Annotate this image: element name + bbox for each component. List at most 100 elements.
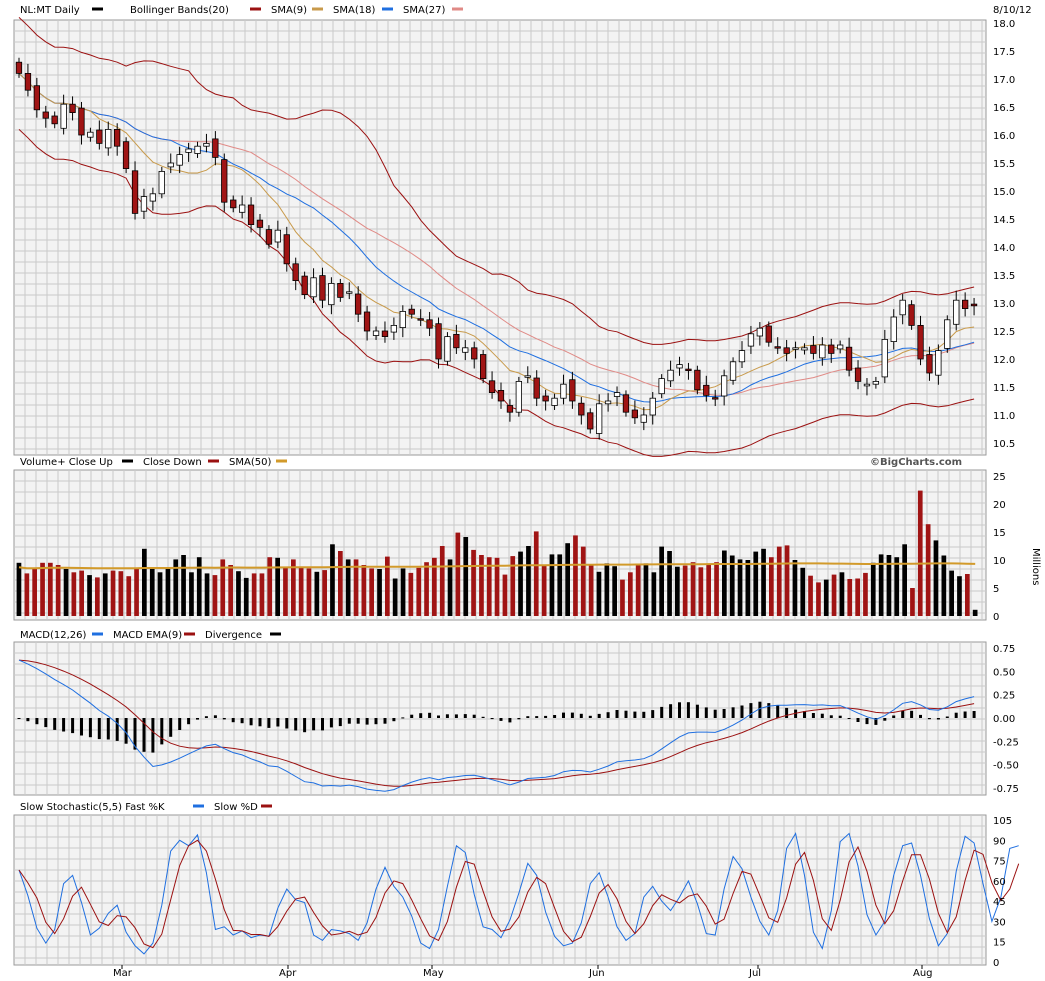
price-axis-tick-label: 10.5 [993,439,1015,450]
candle-down [828,344,835,354]
volume-bar-down [283,567,288,616]
volume-bar-down [322,570,327,616]
volume-bar-down [628,572,633,616]
divergence-bar [686,702,690,718]
divergence-bar [231,718,235,723]
volume-axis-tick-label: 10 [993,556,1006,567]
candle-down [471,347,478,360]
candle-down [854,367,862,382]
volume-bar-down [620,579,625,616]
volume-bar-down [784,545,790,616]
volume-bar-up [667,551,672,616]
legend-volume-up: Volume+ Close Up [20,457,113,468]
candle-down [926,354,933,374]
divergence-bar [669,704,673,718]
volume-bar-down [635,564,641,616]
volume-bar-down [71,572,77,616]
volume-bar-down [267,557,273,616]
divergence-bar [963,711,967,718]
price-axis-tick-label: 12.5 [993,327,1015,338]
price-axis-tick-label: 16.5 [993,103,1015,114]
month-label: Jul [748,968,761,979]
volume-bar-down [831,574,837,616]
divergence-bar [579,713,583,718]
month-label: Aug [913,968,933,979]
divergence-bar [660,706,664,718]
volume-bar-down [455,532,461,616]
volume-bar-down [776,546,782,616]
volume-bar-up [761,548,766,616]
volume-bar-up [314,571,320,616]
divergence-bar [454,714,458,718]
stochastic-axis-tick-label: 60 [993,877,1006,888]
divergence-bar [544,715,548,718]
volume-bar-up [933,540,939,616]
stochastic-axis-tick-label: 90 [993,836,1006,847]
volume-bar-up [557,554,563,616]
divergence-bar [17,718,21,719]
price-axis-tick-label: 17.5 [993,47,1015,58]
divergence-bar [847,718,851,719]
macd-axis-tick-label: -0.25 [993,737,1019,748]
candle-down [694,369,701,391]
candle-down [774,346,781,349]
candle-down [479,354,487,380]
divergence-bar [713,709,717,718]
divergence-bar [749,703,753,718]
volume-bar-down [110,570,116,616]
divergence-bar [472,714,476,718]
divergence-bar [776,705,780,718]
price-axis-tick-label: 15.0 [993,187,1015,198]
divergence-bar [535,716,539,718]
candle-up [899,299,906,316]
divergence-bar [160,718,164,745]
candle-down [247,204,255,226]
divergence-bar [517,718,521,720]
volume-unit-label: Millions [1030,548,1041,585]
volume-bar-down [306,568,312,616]
volume-bar-down [212,575,218,616]
volume-bar-up [392,578,398,616]
candle-down [363,311,371,332]
chart-symbol: NL:MT Daily [20,5,80,16]
divergence-bar [508,718,512,723]
divergence-bar [178,718,182,730]
divergence-bar [401,717,405,719]
divergence-bar [62,718,66,732]
candle-down [256,219,264,228]
price-axis-tick-label: 12.0 [993,355,1015,366]
divergence-bar [374,718,378,725]
legend-bollinger: Bollinger Bands(20) [130,5,229,16]
candle-down [488,380,496,393]
divergence-bar [321,718,324,731]
candle-up [328,282,335,306]
candle-up [346,291,353,294]
candle-down [712,397,719,400]
volume-axis-tick-label: 20 [993,500,1006,511]
volume-bar-down [259,573,265,616]
legend-volume-sma50: SMA(50) [229,457,271,468]
candle-up [613,392,621,397]
macd-axis-tick-label: 0.00 [993,714,1015,725]
volume-bar-up [243,577,249,616]
volume-bar-up [753,551,759,616]
divergence-bar [213,715,217,718]
volume-bar-down [925,524,931,616]
legend-sma18: SMA(18) [333,5,375,16]
legend-macd-ema: MACD EMA(9) [113,630,182,641]
price-axis-tick-label: 14.5 [993,215,1015,226]
candle-up [792,347,799,350]
volume-bar-up [463,537,469,616]
volume-bar-up [196,557,202,616]
divergence-bar [249,718,253,726]
volume-bar-down [24,573,30,616]
volume-bar-up [236,571,241,616]
legend-divergence: Divergence [205,630,262,641]
divergence-bar [910,710,914,718]
candle-up [176,154,183,166]
volume-bar-up [149,567,155,616]
candle-up [560,383,567,399]
volume-bar-down [714,562,719,616]
volume-bar-down [541,564,547,616]
candle-down [78,107,85,136]
